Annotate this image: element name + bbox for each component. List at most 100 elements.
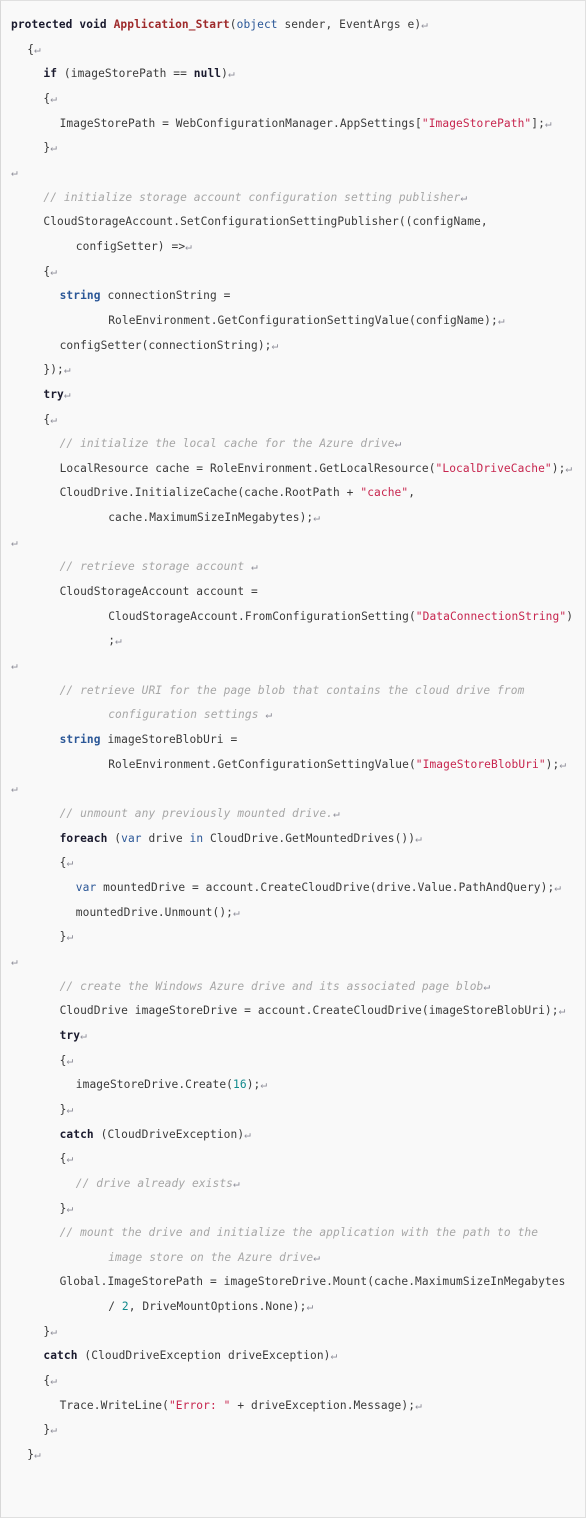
code-line: var mountedDrive = account.CreateCloudDr…: [76, 876, 575, 901]
code-token-pilcrow: ↵: [313, 1250, 321, 1264]
code-token-kw: if: [43, 67, 58, 81]
code-line: {↵: [27, 38, 575, 63]
code-line: catch (CloudDriveException driveExceptio…: [43, 1344, 575, 1369]
code-token-pilcrow: ↵: [34, 1448, 41, 1462]
code-token-plain: mountedDrive.Unmount();: [75, 905, 234, 919]
code-token-pilcrow: ↵: [80, 1028, 87, 1042]
code-token-pilcrow: ↵: [394, 437, 402, 451]
code-token-pilcrow: ↵: [265, 708, 273, 722]
code-line: ↵: [11, 777, 575, 802]
code-token-str: "ImageStorePath": [421, 116, 532, 130]
code-line: string imageStoreBlobUri = RoleEnvironme…: [60, 728, 575, 777]
code-token-pilcrow: ↵: [460, 190, 468, 204]
code-token-kw: foreach: [59, 831, 108, 845]
code-line: {↵: [43, 1369, 575, 1394]
code-token-pilcrow: ↵: [260, 1078, 268, 1092]
code-token-plain: Trace.WriteLine(: [59, 1398, 169, 1412]
code-token-pilcrow: ↵: [50, 264, 58, 278]
code-token-cmt: // initialize the local cache for the Az…: [59, 437, 395, 451]
code-line: }↵: [60, 1197, 575, 1222]
code-token-plain: mountedDrive = account.CreateCloudDrive(…: [96, 880, 555, 894]
code-line: // retrieve storage account ↵: [60, 555, 575, 580]
code-line: ↵: [11, 950, 575, 975]
code-token-plain: CloudStorageAccount account = CloudStora…: [59, 585, 416, 623]
code-token-pilcrow: ↵: [50, 141, 58, 155]
code-line: try↵: [43, 383, 575, 408]
code-token-typeb: string: [59, 289, 101, 303]
code-token-pilcrow: ↵: [66, 1102, 74, 1116]
code-line: CloudStorageAccount account = CloudStora…: [60, 580, 575, 654]
code-token-plain: );: [246, 1078, 261, 1092]
code-line: CloudDrive imageStoreDrive = account.Cre…: [60, 999, 575, 1024]
code-line: Global.ImageStorePath = imageStoreDrive.…: [60, 1270, 575, 1319]
code-token-type: var: [75, 880, 97, 894]
code-token-plain: (CloudDriveException): [93, 1127, 245, 1141]
code-line: // initialize storage account configurat…: [43, 186, 575, 211]
code-token-pilcrow: ↵: [415, 831, 422, 845]
code-line: foreach (var drive in CloudDrive.GetMoun…: [60, 827, 575, 852]
code-token-plain: }: [27, 1448, 35, 1462]
code-line: CloudDrive.InitializeCache(cache.RootPat…: [60, 481, 575, 530]
code-token-pilcrow: ↵: [483, 979, 491, 993]
code-line: // initialize the local cache for the Az…: [60, 432, 575, 457]
code-token-num: 16: [233, 1078, 247, 1092]
code-token-pilcrow: ↵: [558, 1004, 566, 1018]
code-token-plain: (: [107, 831, 122, 845]
code-token-pilcrow: ↵: [66, 1201, 74, 1215]
code-token-kw: try: [43, 387, 64, 401]
code-line: ↵: [11, 161, 575, 186]
code-line: {↵: [60, 1049, 575, 1074]
code-line: }↵: [60, 925, 575, 950]
code-token-pilcrow: ↵: [66, 856, 74, 870]
code-line: configSetter(connectionString);↵: [60, 334, 575, 359]
code-token-kw: void: [79, 18, 107, 31]
code-token-str: "Error: ": [168, 1398, 231, 1412]
code-token-plain: imageStoreBlobUri = RoleEnvironment.GetC…: [100, 733, 416, 771]
code-token-pilcrow: ↵: [11, 165, 18, 179]
code-token-plain: );: [545, 757, 560, 771]
code-token-plain: ImageStorePath = WebConfigurationManager…: [59, 116, 422, 130]
code-token-plain: (CloudDriveException driveException): [77, 1349, 331, 1363]
code-token-pilcrow: ↵: [50, 91, 58, 105]
code-token-plain: CloudDrive imageStoreDrive = account.Cre…: [59, 1004, 559, 1018]
code-token-pilcrow: ↵: [11, 535, 18, 549]
code-line: // create the Windows Azure drive and it…: [60, 975, 575, 1000]
code-token-pilcrow: ↵: [11, 782, 18, 796]
code-token-pilcrow: ↵: [50, 1374, 58, 1388]
code-line: // drive already exists↵: [76, 1172, 575, 1197]
code-line: ↵: [11, 531, 575, 556]
code-token-pilcrow: ↵: [554, 880, 562, 894]
code-token-pilcrow: ↵: [313, 511, 321, 525]
code-token-cmt: // create the Windows Azure drive and it…: [59, 979, 484, 993]
code-line: mountedDrive.Unmount();↵: [76, 901, 575, 926]
code-line: if (imageStorePath == null)↵: [43, 62, 575, 87]
code-line: }↵: [43, 136, 575, 161]
code-token-plain: LocalResource cache = RoleEnvironment.Ge…: [59, 461, 436, 475]
code-token-kw: try: [59, 1028, 81, 1042]
code-token-plain: (: [229, 18, 237, 31]
code-token-pilcrow: ↵: [497, 313, 505, 327]
code-token-pilcrow: ↵: [271, 338, 279, 352]
code-token-plain: , DriveMountOptions.None);: [128, 1300, 307, 1314]
code-token-plain: connectionString = RoleEnvironment.GetCo…: [100, 289, 498, 327]
code-token-kw: catch: [59, 1127, 94, 1141]
code-token-plain: {: [27, 42, 35, 56]
code-line: });↵: [43, 358, 575, 383]
code-token-cmt: // mount the drive and initialize the ap…: [59, 1226, 545, 1264]
code-line: ImageStorePath = WebConfigurationManager…: [60, 112, 575, 137]
code-line: imageStoreDrive.Create(16);↵: [76, 1073, 575, 1098]
code-line: string connectionString = RoleEnvironmen…: [60, 284, 575, 333]
code-line: }↵: [60, 1098, 575, 1123]
code-line: {↵: [43, 260, 575, 285]
code-token-pilcrow: ↵: [115, 634, 122, 648]
code-token-plain: CloudDrive.InitializeCache(cache.RootPat…: [59, 486, 361, 500]
code-token-pilcrow: ↵: [63, 387, 71, 401]
code-line: }↵: [43, 1320, 575, 1345]
code-token-pilcrow: ↵: [50, 1324, 58, 1338]
code-token-pilcrow: ↵: [565, 461, 573, 475]
code-token-plain: );: [551, 461, 566, 475]
code-line: Trace.WriteLine("Error: " + driveExcepti…: [60, 1394, 575, 1419]
code-token-str: "DataConnectionString": [415, 609, 567, 623]
code-line: {↵: [60, 851, 575, 876]
